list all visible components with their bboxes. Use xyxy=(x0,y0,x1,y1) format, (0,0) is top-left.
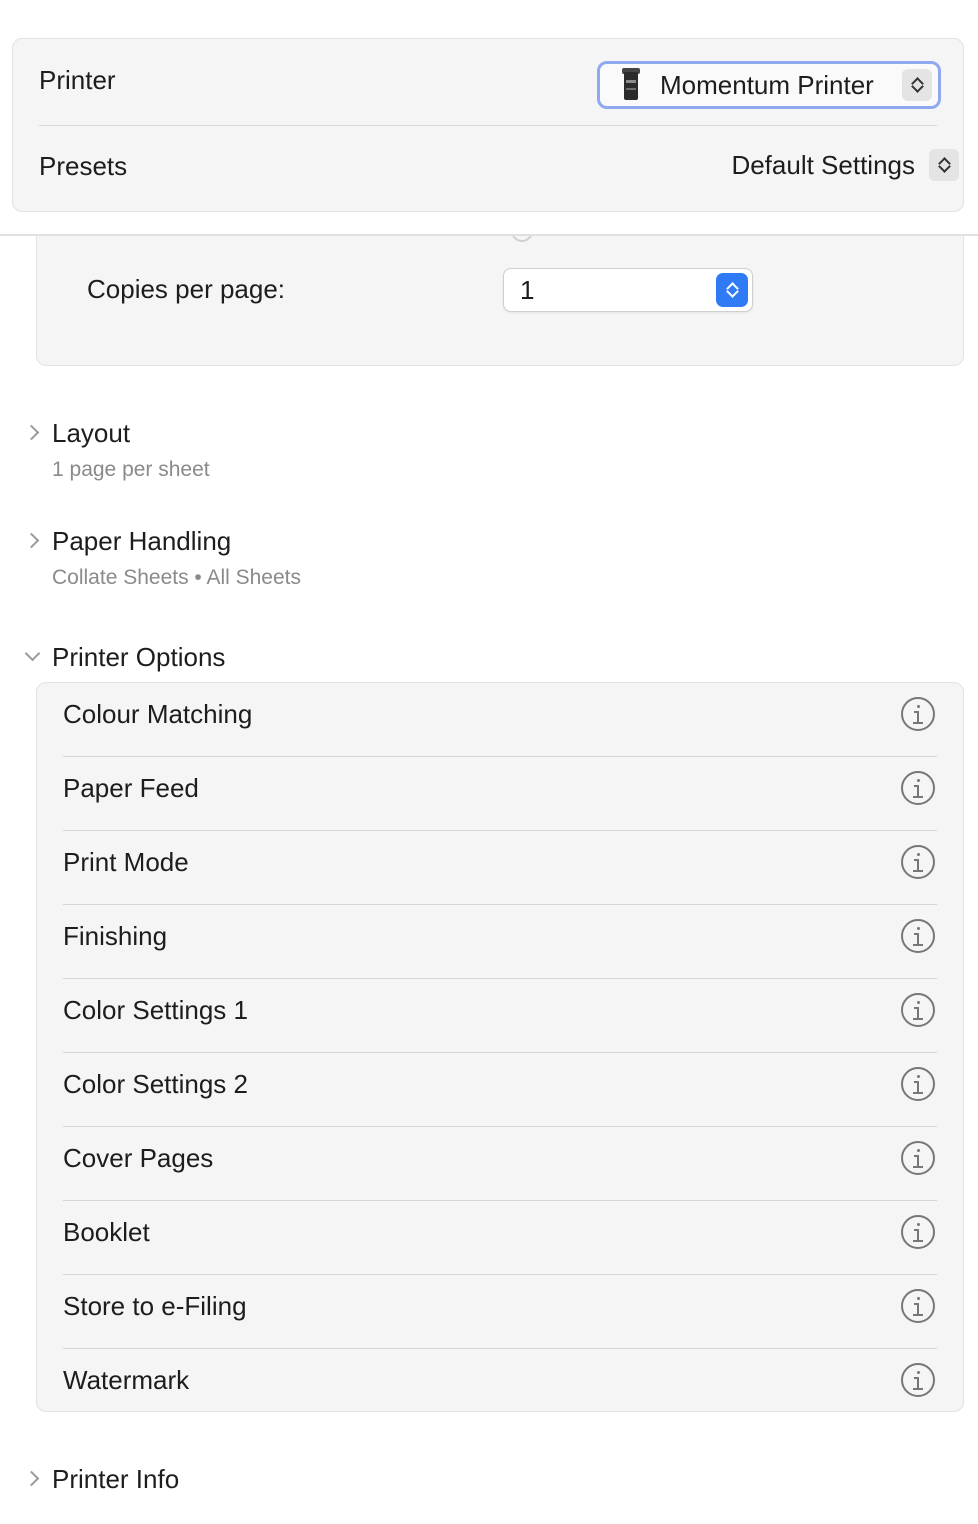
radio-button[interactable] xyxy=(511,236,533,242)
info-icon[interactable] xyxy=(901,845,935,879)
stepper-arrows-icon[interactable] xyxy=(716,273,748,307)
printer-select[interactable]: Momentum Printer xyxy=(597,61,941,109)
option-label: Print Mode xyxy=(63,847,189,877)
info-icon[interactable] xyxy=(901,1141,935,1175)
option-row-store-to-e-filing[interactable]: Store to e-Filing xyxy=(37,1275,963,1349)
option-label: Color Settings 2 xyxy=(63,1069,248,1099)
option-row-colour-matching[interactable]: Colour Matching xyxy=(37,683,963,757)
info-icon[interactable] xyxy=(901,919,935,953)
option-row-print-mode[interactable]: Print Mode xyxy=(37,831,963,905)
option-row-cover-pages[interactable]: Cover Pages xyxy=(37,1127,963,1201)
printer-select-value: Momentum Printer xyxy=(660,69,874,100)
option-row-booklet[interactable]: Booklet xyxy=(37,1201,963,1275)
info-icon[interactable] xyxy=(901,1289,935,1323)
copies-per-page-label: Copies per page: xyxy=(87,274,286,304)
paper-handling-title: Paper Handling xyxy=(52,526,232,556)
option-row-finishing[interactable]: Finishing xyxy=(37,905,963,979)
printer-options-section[interactable]: Printer Options xyxy=(24,642,624,674)
option-row-paper-feed[interactable]: Paper Feed xyxy=(37,757,963,831)
clipped-row xyxy=(37,236,965,242)
option-label: Booklet xyxy=(63,1217,150,1247)
option-row-color-settings-1[interactable]: Color Settings 1 xyxy=(37,979,963,1053)
chevron-right-icon xyxy=(24,532,40,548)
info-icon[interactable] xyxy=(901,697,935,731)
updown-chevron-icon xyxy=(929,149,959,181)
option-label: Paper Feed xyxy=(63,773,199,803)
layout-section[interactable]: Layout 1 page per sheet xyxy=(24,418,624,488)
info-icon[interactable] xyxy=(901,771,935,805)
option-label: Finishing xyxy=(63,921,168,951)
copies-per-page-value[interactable]: 1 xyxy=(520,275,534,306)
chevron-down-icon xyxy=(24,648,40,664)
printer-options-title: Printer Options xyxy=(52,642,226,672)
option-label: Store to e-Filing xyxy=(63,1291,247,1321)
copies-panel: Copies per page: 1 xyxy=(36,236,964,366)
printer-info-title: Printer Info xyxy=(52,1464,180,1494)
chevron-right-icon xyxy=(24,1470,40,1486)
printer-presets-card: Printer Momentum Printer Presets Default… xyxy=(12,38,964,212)
scroll-separator xyxy=(0,234,978,236)
option-row-color-settings-2[interactable]: Color Settings 2 xyxy=(37,1053,963,1127)
info-icon[interactable] xyxy=(901,993,935,1027)
printer-icon xyxy=(622,68,640,102)
layout-summary: 1 page per sheet xyxy=(52,458,210,481)
option-row-watermark[interactable]: Watermark xyxy=(37,1349,963,1423)
info-icon[interactable] xyxy=(901,1067,935,1101)
paper-handling-summary: Collate Sheets • All Sheets xyxy=(52,566,301,589)
printer-options-list: Colour Matching Paper Feed Print Mode Fi… xyxy=(36,682,964,1412)
copies-per-page-stepper[interactable]: 1 xyxy=(503,268,753,312)
presets-select[interactable]: Default Settings xyxy=(731,149,959,181)
updown-chevron-icon xyxy=(902,69,932,101)
option-label: Cover Pages xyxy=(63,1143,214,1173)
option-label: Color Settings 1 xyxy=(63,995,248,1025)
info-icon[interactable] xyxy=(901,1363,935,1397)
printer-info-section[interactable]: Printer Info xyxy=(24,1464,624,1496)
chevron-right-icon xyxy=(24,424,40,440)
option-label: Watermark xyxy=(63,1365,190,1395)
presets-select-value: Default Settings xyxy=(731,149,915,180)
layout-title: Layout xyxy=(52,418,131,448)
presets-label: Presets xyxy=(39,150,128,181)
info-icon[interactable] xyxy=(901,1215,935,1249)
paper-handling-section[interactable]: Paper Handling Collate Sheets • All Shee… xyxy=(24,526,624,596)
printer-label: Printer xyxy=(39,64,116,95)
option-label: Colour Matching xyxy=(63,699,253,729)
